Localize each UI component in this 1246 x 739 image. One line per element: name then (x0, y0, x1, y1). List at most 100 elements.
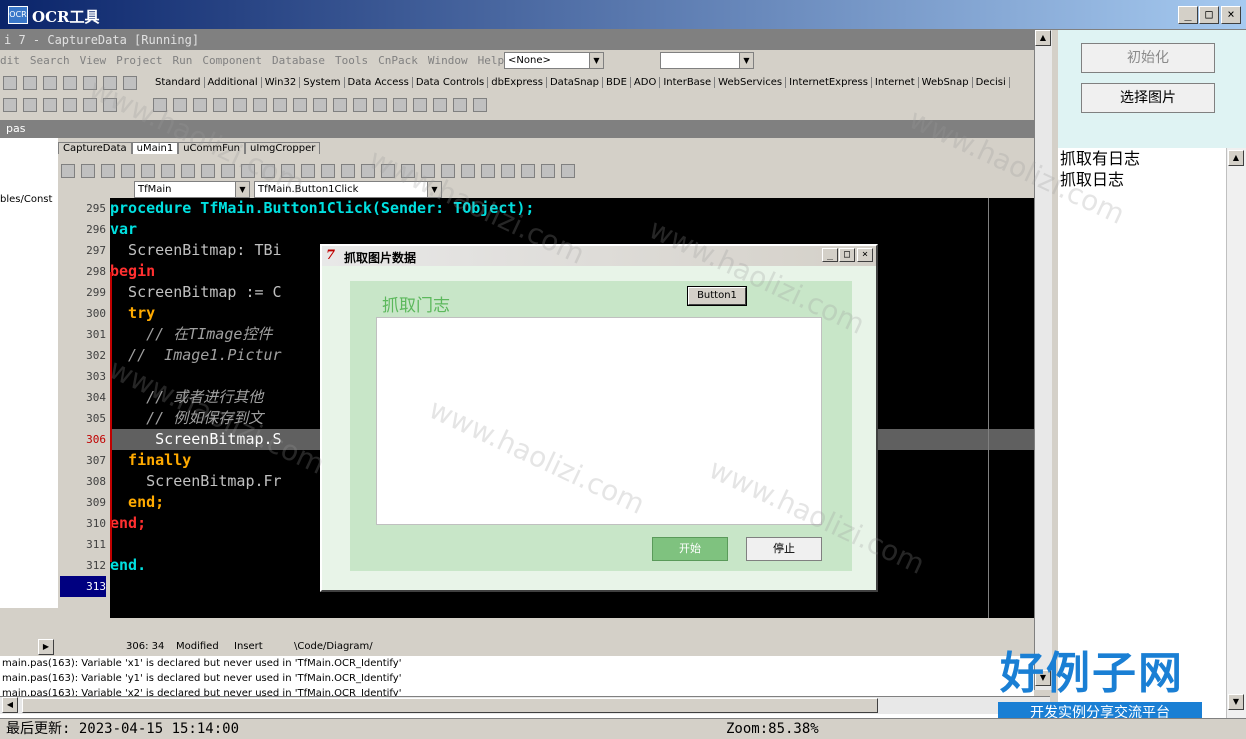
ide-menu-item: Search (29, 54, 70, 67)
log-memo[interactable]: 抓取有日志 抓取日志 (1058, 148, 1226, 718)
code-line: ScreenBitmap := C (110, 283, 282, 301)
scroll-up-icon[interactable]: ▲ (1228, 150, 1244, 166)
toolbar-icon (301, 164, 315, 178)
line-number: 306 (86, 433, 106, 446)
scroll-thumb[interactable] (22, 698, 878, 713)
horizontal-scrollbar[interactable]: ◀ (0, 696, 1050, 714)
popupmenu-icon (213, 98, 227, 112)
dialog-titlebar: 7 抓取图片数据 _ □ × (322, 246, 876, 266)
dialog-body: 抓取门志 Button1 开始 停止 (322, 266, 876, 590)
code-line: ScreenBitmap: TBi (110, 241, 282, 259)
line-number: 312 (86, 559, 106, 572)
message-line: main.pas(163): Variable 'x1' is declared… (2, 658, 402, 669)
toolbar-icon (461, 164, 475, 178)
toolbar-icon (521, 164, 535, 178)
code-line: end. (110, 556, 147, 574)
log-line: 抓取有日志 (1060, 149, 1141, 168)
minimize-button[interactable]: _ (1178, 6, 1198, 24)
code-line: var (110, 220, 138, 238)
log-scrollbar[interactable]: ▲ ▼ (1226, 148, 1246, 718)
status-bar: 最后更新: 2023-04-15 15:14:00 Zoom:85.38% (0, 718, 1246, 739)
open-icon (43, 76, 57, 90)
ide-empty-combo: ▼ (660, 52, 754, 69)
actionlist-icon (473, 98, 487, 112)
pause-icon (63, 98, 77, 112)
code-line: procedure TfMain.Button1Click(Sender: TO… (110, 199, 535, 217)
dialog-close-icon: × (857, 248, 873, 262)
ide-pas-label: pas (0, 120, 1034, 138)
toolbar-icon (141, 164, 155, 178)
line-number: 296 (86, 223, 106, 236)
editor-tabs: CaptureData uMain1 uCommFun uImgCropper (58, 140, 358, 158)
code-line: end; (110, 493, 165, 511)
palette-tab: WebSnap (918, 77, 973, 88)
code-line: try (110, 304, 156, 322)
palette-tab: DataSnap (546, 77, 604, 88)
ide-menu-item: View (79, 54, 107, 67)
ide-combo-value: <None> (508, 55, 551, 66)
code-line: end; (110, 514, 147, 532)
line-number: 309 (86, 496, 106, 509)
dialog-panel: 抓取门志 Button1 开始 停止 (350, 281, 852, 571)
toolbar-icon (261, 164, 275, 178)
toolbar-icon (441, 164, 455, 178)
ide-component-combo: <None> ▼ (504, 52, 604, 69)
code-line: // 例如保存到文 (110, 409, 264, 427)
line-number: 311 (86, 538, 106, 551)
palette-tab: WebServices (715, 77, 787, 88)
trace-icon (103, 98, 117, 112)
ide-menu-item: Component (202, 54, 262, 67)
save-icon (3, 76, 17, 90)
method-combo: TfMain.Button1Click ▼ (254, 181, 442, 198)
pointer-icon (153, 98, 167, 112)
window-titlebar[interactable]: OCR OCR工具 _ □ × (0, 0, 1246, 30)
toolbar-icon (161, 164, 175, 178)
radiobutton-icon (333, 98, 347, 112)
ide-menu-item: Window (427, 54, 468, 67)
image-area (376, 317, 822, 525)
dialog-minimize-icon: _ (822, 248, 838, 262)
editor-statusline: ▶ 306: 34 Modified Insert \Code/Diagram/ (0, 638, 1034, 656)
scroll-up-icon[interactable]: ▲ (1035, 30, 1051, 46)
edit-icon (253, 98, 267, 112)
palette-tab: InternetExpress (786, 77, 872, 88)
frame-icon (173, 98, 187, 112)
vertical-scrollbar[interactable]: ▲ ▼ (1034, 30, 1052, 690)
zoom-level: Zoom:85.38% (726, 721, 819, 737)
palette-tab: InterBase (660, 77, 716, 88)
init-button[interactable]: 初始化 (1081, 43, 1215, 73)
toolbar-icon (381, 164, 395, 178)
line-number: 310 (86, 517, 106, 530)
right-margin-line (988, 198, 989, 618)
dialog-maximize-icon: □ (839, 248, 855, 262)
line-number: 300 (86, 307, 106, 320)
app-icon: OCR (8, 6, 28, 24)
scroll-left-icon[interactable]: ◀ (2, 697, 18, 713)
palette-tab: System (300, 77, 345, 88)
close-button[interactable]: × (1221, 6, 1241, 24)
label-icon (233, 98, 247, 112)
editor-tab: uImgCropper (245, 142, 321, 154)
listbox-icon (353, 98, 367, 112)
toolbar-icon (481, 164, 495, 178)
palette-tab: Data Access (344, 77, 413, 88)
message-line: main.pas(163): Variable 'y1' is declared… (2, 673, 402, 684)
toolbar-icon (81, 164, 95, 178)
groupbox-icon (413, 98, 427, 112)
last-update-text: 最后更新: 2023-04-15 15:14:00 (6, 721, 240, 737)
scroll-down-icon[interactable]: ▼ (1228, 694, 1244, 710)
mainmenu-icon (193, 98, 207, 112)
editor-tab-active: uMain1 (131, 142, 179, 154)
tree-item: bles/Const (0, 194, 53, 205)
line-number: 298 (86, 265, 106, 278)
editor-gutter: 295 296 297 298 299 300 301 302 303 304 … (58, 198, 110, 618)
method-combo-value: TfMain.Button1Click (258, 184, 359, 195)
modified-indicator: Modified (176, 641, 219, 652)
window-title: OCR工具 (32, 8, 100, 26)
maximize-button[interactable]: □ (1199, 6, 1219, 24)
insert-indicator: Insert (234, 641, 263, 652)
palette-tab: Win32 (261, 77, 301, 88)
line-number: 304 (86, 391, 106, 404)
log-line: 抓取日志 (1060, 170, 1125, 189)
select-image-button[interactable]: 选择图片 (1081, 83, 1215, 113)
